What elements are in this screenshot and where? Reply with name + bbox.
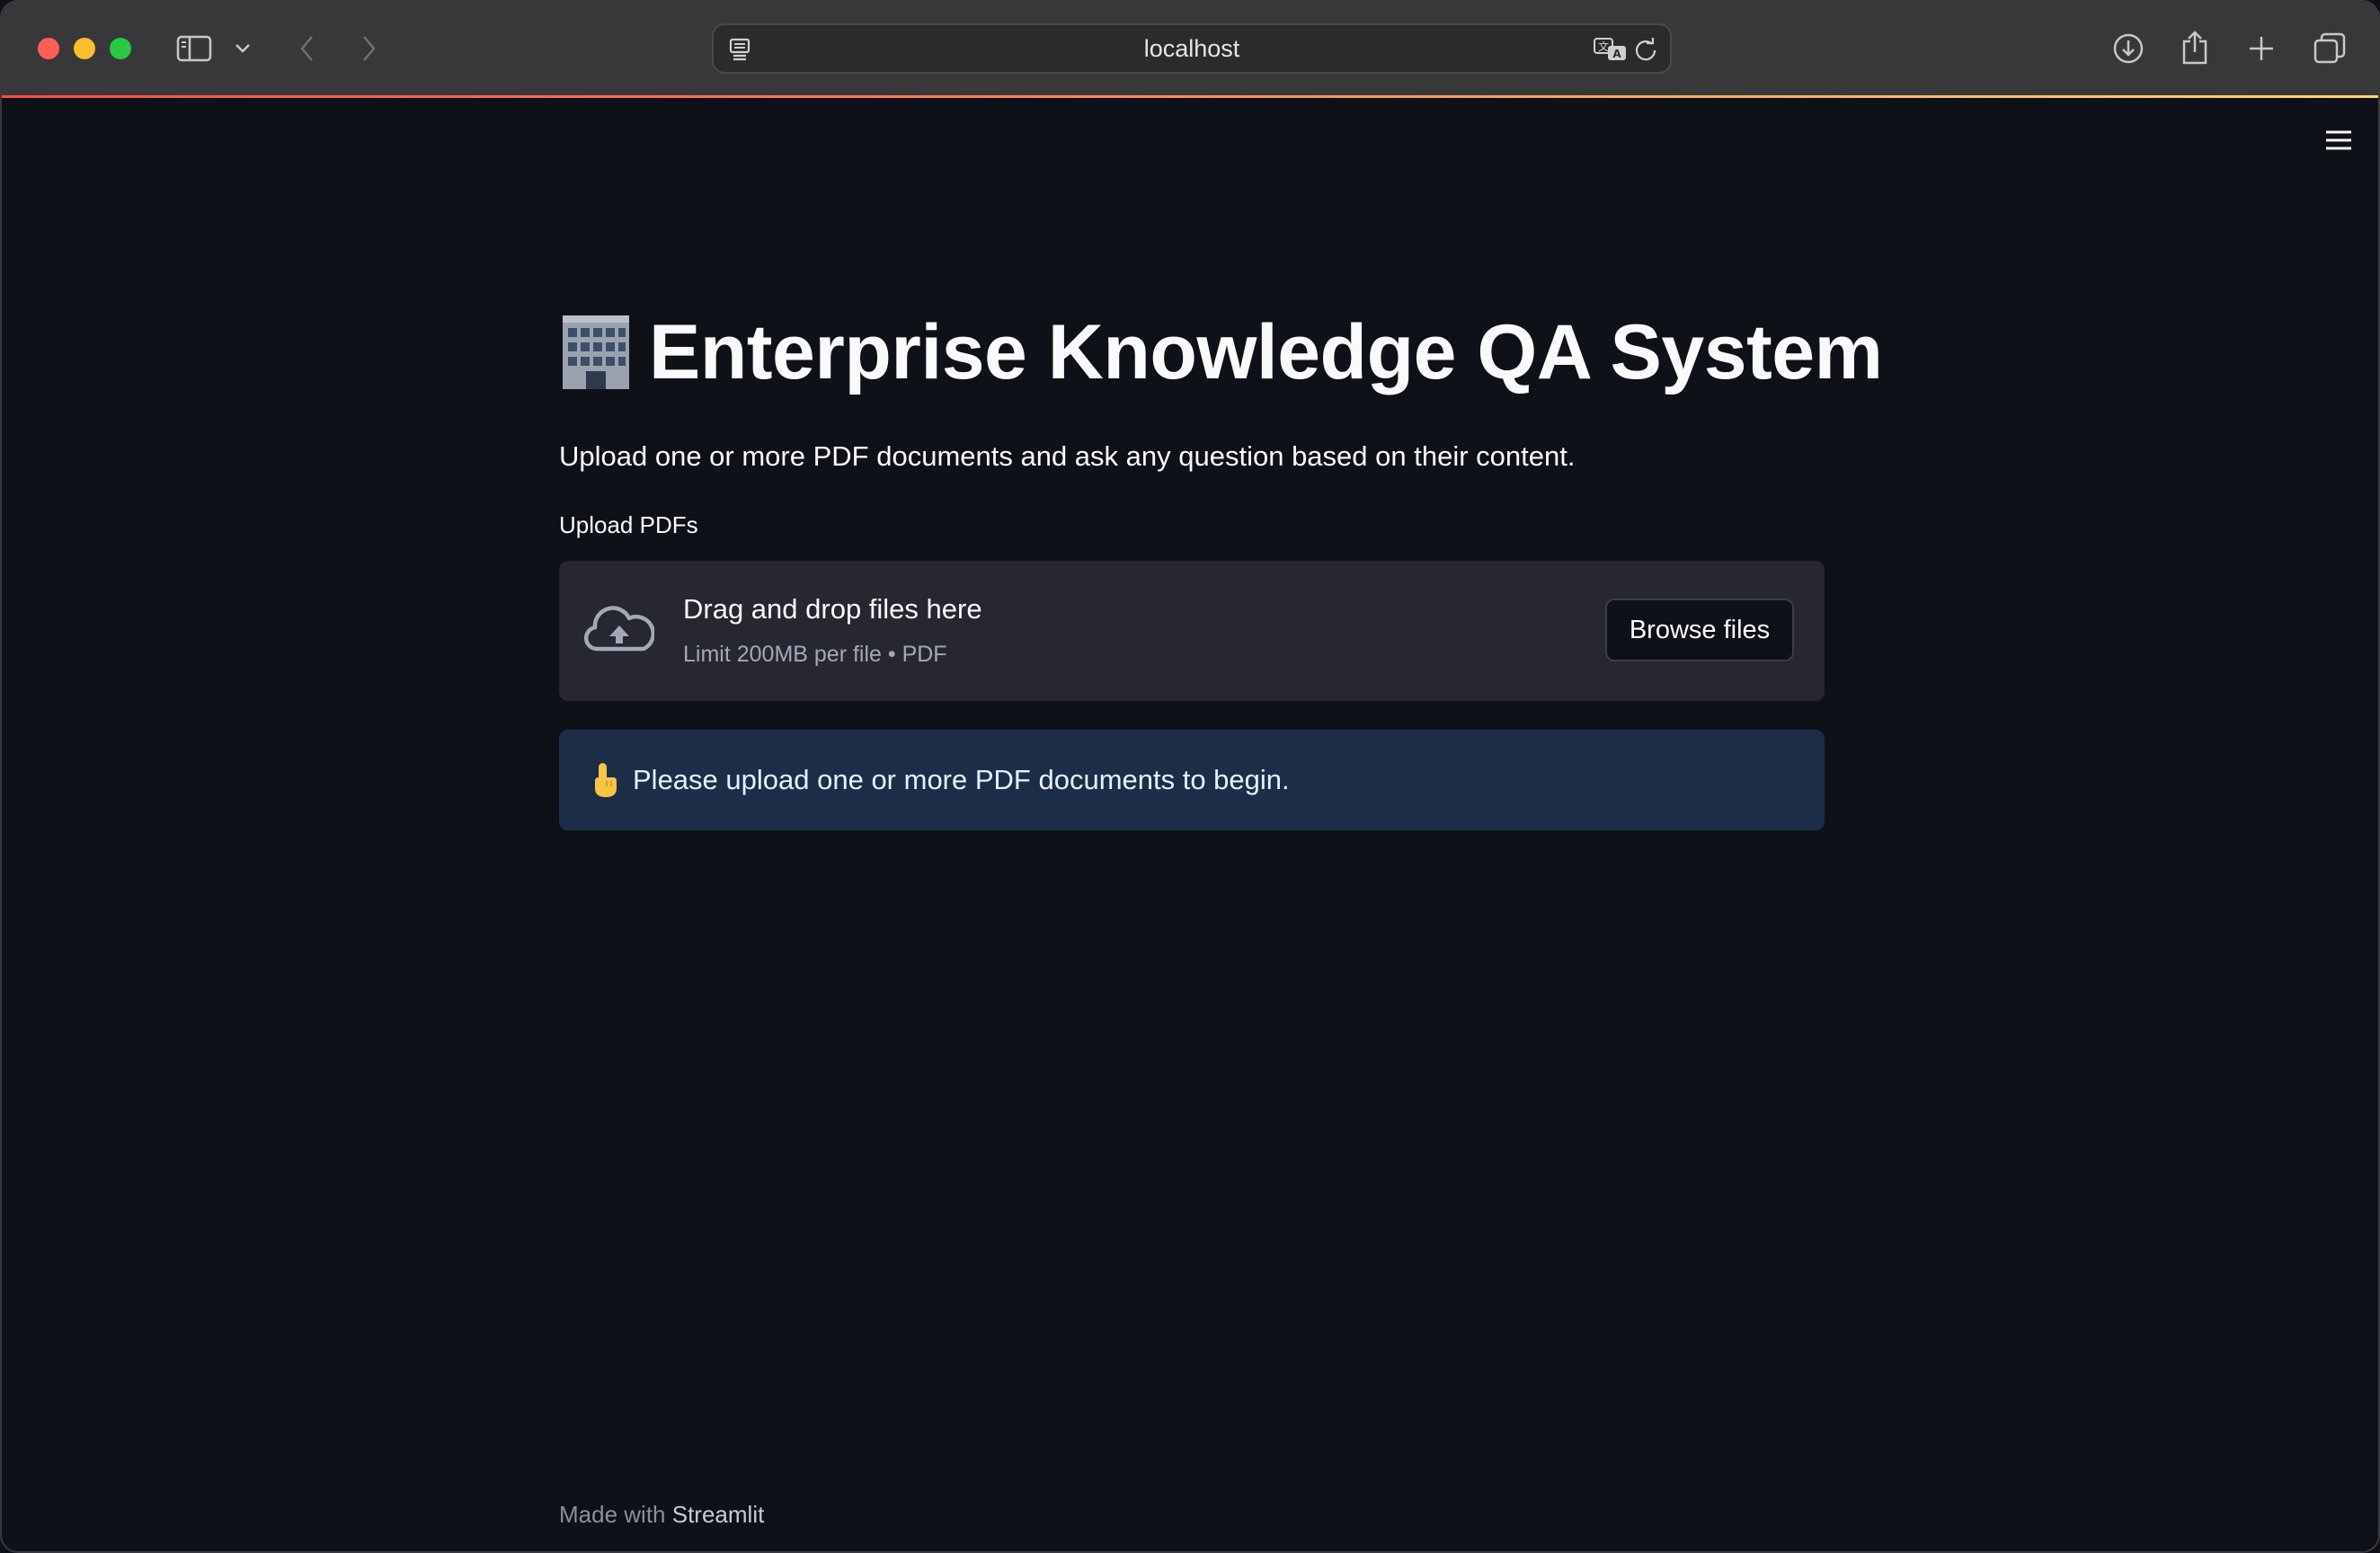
info-alert: Please upload one or more PDF documents … <box>559 730 1825 830</box>
minimize-window-button[interactable] <box>74 38 95 59</box>
tab-overview-icon[interactable] <box>2310 29 2349 68</box>
dropzone-instructions: Drag and drop files here <box>683 593 982 625</box>
page-description: Upload one or more PDF documents and ask… <box>559 440 1576 472</box>
address-bar[interactable]: localhost 文A <box>712 23 1672 74</box>
back-icon[interactable] <box>288 29 327 68</box>
svg-text:A: A <box>1612 48 1621 60</box>
browser-toolbar: localhost 文A <box>2 2 2378 97</box>
uploader-label: Upload PDFs <box>559 511 698 538</box>
pointing-up-hand-icon <box>588 760 620 800</box>
svg-text:文: 文 <box>1598 40 1609 53</box>
new-tab-icon[interactable] <box>2242 29 2281 68</box>
translate-icon[interactable]: 文A <box>1593 36 1629 67</box>
zoom-window-button[interactable] <box>110 38 131 59</box>
download-icon[interactable] <box>2109 29 2148 68</box>
browse-files-button[interactable]: Browse files <box>1605 599 1794 661</box>
page-title-row: Enterprise Knowledge QA System <box>559 289 1883 415</box>
cloud-upload-icon <box>583 599 656 663</box>
footer-prefix: Made with <box>559 1501 666 1528</box>
info-message: Please upload one or more PDF documents … <box>633 764 1290 795</box>
file-dropzone[interactable]: Drag and drop files here Limit 200MB per… <box>559 561 1825 701</box>
chevron-down-icon[interactable] <box>225 29 261 68</box>
hamburger-menu-icon[interactable] <box>2319 124 2358 156</box>
main-content: Enterprise Knowledge QA System Upload on… <box>559 289 1883 830</box>
sidebar-icon[interactable] <box>174 29 214 68</box>
reload-icon[interactable] <box>1632 36 1659 67</box>
url-text: localhost <box>1143 35 1240 62</box>
office-building-icon <box>559 314 633 391</box>
page-load-accent-line <box>2 95 2378 98</box>
close-window-button[interactable] <box>38 38 59 59</box>
dropzone-limit-text: Limit 200MB per file • PDF <box>683 642 947 667</box>
forward-icon[interactable] <box>349 29 388 68</box>
share-icon[interactable] <box>2175 29 2215 68</box>
footer: Made with Streamlit <box>559 1501 764 1529</box>
streamlit-link[interactable]: Streamlit <box>672 1501 765 1528</box>
browser-window: localhost 文A Enterprise Knowledge QA Sys… <box>0 0 2380 1553</box>
page-title: Enterprise Knowledge QA System <box>649 308 1883 395</box>
